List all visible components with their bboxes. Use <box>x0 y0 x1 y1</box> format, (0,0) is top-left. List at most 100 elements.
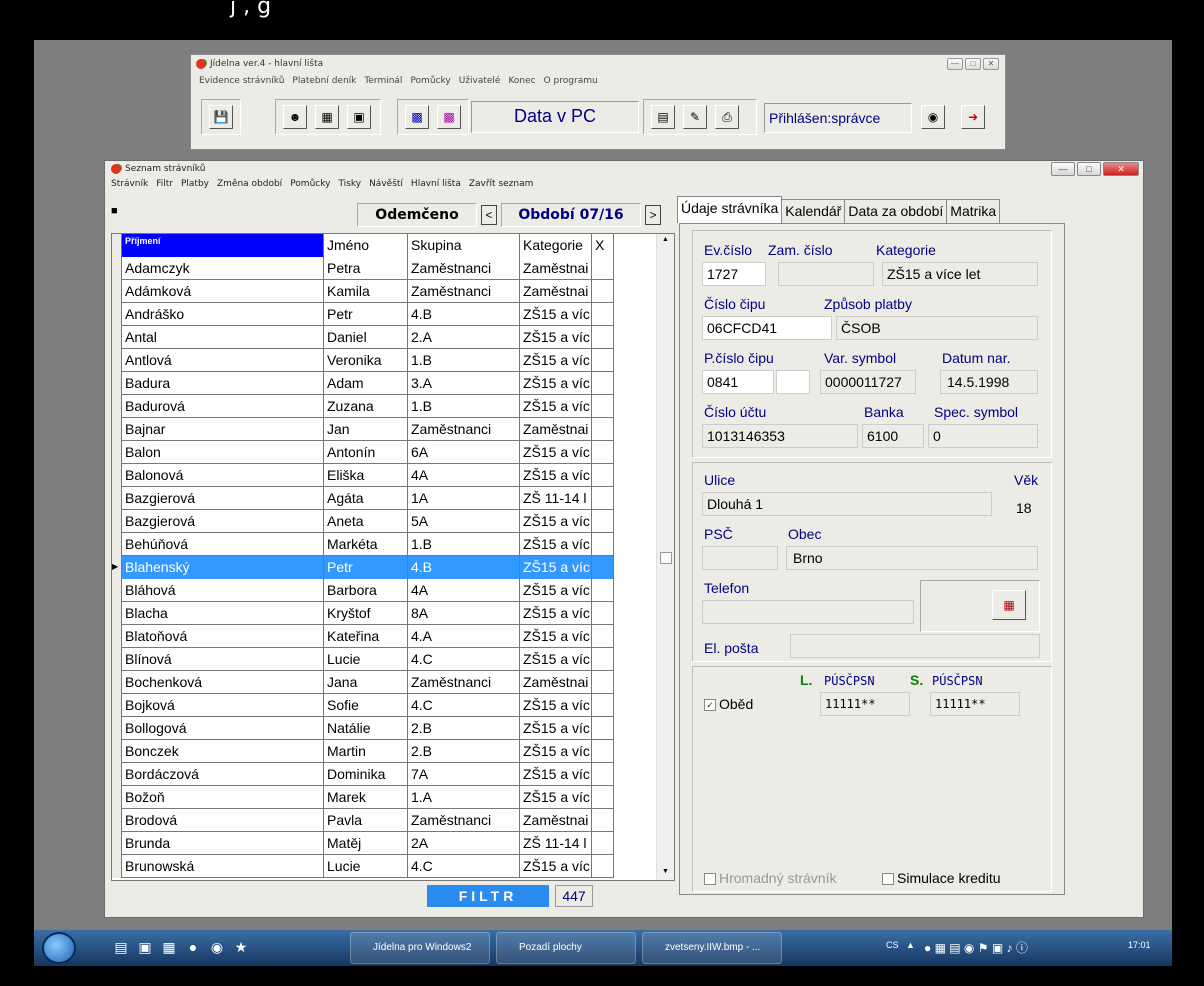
menu-uzivatele[interactable]: Uživatelé <box>459 76 501 86</box>
exit-icon[interactable]: ➜ <box>961 105 985 129</box>
start-button[interactable] <box>42 932 76 964</box>
printer-icon[interactable]: ⎙ <box>715 105 739 129</box>
grid-scrollbar[interactable]: ▲ ▼ <box>656 234 674 880</box>
cislo-cipu-field[interactable]: 06CFCD41 <box>702 316 832 340</box>
menu-pomucky[interactable]: Pomůcky <box>410 76 450 86</box>
table-row[interactable]: Adamczyk Petra Zaměstnanci Zaměstnai <box>112 257 614 280</box>
table-row[interactable]: Brunda Matěj 2A ZŠ 11-14 l <box>112 832 614 855</box>
p-cislo-cipu-extra[interactable] <box>776 370 810 394</box>
table-row[interactable]: Badura Adam 3.A ZŠ15 a víc <box>112 372 614 395</box>
person-icon[interactable]: ☻ <box>283 105 307 129</box>
scroll-up-icon[interactable]: ▲ <box>662 236 669 243</box>
checkbox-checked-icon[interactable]: ✓ <box>704 699 716 712</box>
table-row[interactable]: Brodová Pavla Zaměstnanci Zaměstnai <box>112 809 614 832</box>
zam-cislo-field[interactable] <box>778 262 874 286</box>
checkbox-icon[interactable] <box>882 873 894 886</box>
banka-field[interactable]: 6100 <box>862 424 924 448</box>
telefon-field[interactable] <box>702 600 914 624</box>
menu-platebni-denik[interactable]: Platební deník <box>292 76 356 86</box>
prev-period-button[interactable]: < <box>481 205 497 225</box>
menu-evidence[interactable]: Evidence strávníků <box>199 76 284 86</box>
table-row[interactable]: Bazgierová Agáta 1A ZŠ 11-14 l <box>112 487 614 510</box>
scroll-thumb[interactable] <box>660 552 672 564</box>
minimize-button[interactable]: — <box>1051 162 1075 176</box>
firefox-icon[interactable]: ● <box>184 938 202 956</box>
pen-icon[interactable]: ✎ <box>683 105 707 129</box>
menu-tisky[interactable]: Tisky <box>338 179 361 189</box>
p-cislo-cipu-field[interactable]: 0841 <box>702 370 774 394</box>
close-button[interactable]: ✕ <box>1103 162 1139 176</box>
table-row[interactable]: Bazgierová Aneta 5A ZŠ15 a víc <box>112 510 614 533</box>
maximize-button[interactable]: □ <box>965 58 981 70</box>
calculator-icon[interactable]: ▦ <box>315 105 339 129</box>
scroll-down-icon[interactable]: ▼ <box>662 868 669 875</box>
table-row[interactable]: Bajnar Jan Zaměstnanci Zaměstnai <box>112 418 614 441</box>
tab-matrika[interactable]: Matrika <box>946 199 1001 223</box>
hromadny-checkbox[interactable]: Hromadný strávník <box>704 870 836 886</box>
task-bmp[interactable]: zvetseny.IIW.bmp - ... <box>642 932 782 964</box>
table-row[interactable]: Adámková Kamila Zaměstnanci Zaměstnai <box>112 280 614 303</box>
menu-zmena-obdobi[interactable]: Změna období <box>217 179 282 189</box>
table-row[interactable]: Andráško Petr 4.B ZŠ15 a víc <box>112 303 614 326</box>
folder-icon[interactable]: ▤ <box>112 938 130 956</box>
menu-hlavni-lista[interactable]: Hlavní lišta <box>411 179 461 189</box>
monitor-icon[interactable]: ▣ <box>347 105 371 129</box>
ev-cislo-field[interactable]: 1727 <box>702 262 766 286</box>
table-row[interactable]: Bláhová Barbora 4A ZŠ15 a víc <box>112 579 614 602</box>
cislo-uctu-field[interactable]: 1013146353 <box>702 424 858 448</box>
col-kategorie[interactable]: Kategorie <box>520 234 592 257</box>
language-indicator[interactable]: CS <box>886 940 899 950</box>
col-jmeno[interactable]: Jméno <box>324 234 408 257</box>
calculator-icon[interactable]: ▦ <box>160 938 178 956</box>
col-x[interactable]: X <box>592 234 614 257</box>
table-row[interactable]: Blatoňová Kateřina 4.A ZŠ15 a víc <box>112 625 614 648</box>
zpusob-platby-field[interactable]: ČSOB <box>836 316 1038 340</box>
kategorie-field[interactable]: ZŠ15 a více let <box>882 262 1038 286</box>
table-row[interactable]: Bordáczová Dominika 7A ZŠ15 a víc <box>112 763 614 786</box>
table-row[interactable]: Božoň Marek 1.A ZŠ15 a víc <box>112 786 614 809</box>
col-prijmeni[interactable]: Příjmení <box>122 234 324 257</box>
tray-icons[interactable]: ● ▦ ▤ ◉ ⚑ ▣ ♪ ⓘ <box>924 939 1028 956</box>
tab-kalendar[interactable]: Kalendář <box>781 199 846 223</box>
browser-icon[interactable]: ◉ <box>208 938 226 956</box>
menu-filtr[interactable]: Filtr <box>156 179 173 189</box>
menu-pomucky[interactable]: Pomůcky <box>290 179 330 189</box>
grid-pink-icon[interactable]: ▩ <box>437 105 461 129</box>
floppy-icon[interactable]: ▣ <box>136 938 154 956</box>
menu-terminal[interactable]: Terminál <box>364 76 402 86</box>
table-row[interactable]: Antal Daniel 2.A ZŠ15 a víc <box>112 326 614 349</box>
save-button[interactable]: 💾 <box>209 105 233 129</box>
minimize-button[interactable]: — <box>947 58 963 70</box>
grid-icon[interactable]: ▩ <box>405 105 429 129</box>
obec-field[interactable]: Brno <box>786 546 1038 570</box>
table-row[interactable]: Badurová Zuzana 1.B ZŠ15 a víc <box>112 395 614 418</box>
menu-o-programu[interactable]: O programu <box>544 76 598 86</box>
calendar-icon[interactable]: ▦ <box>992 590 1026 620</box>
table-row[interactable]: Antlová Veronika 1.B ZŠ15 a víc <box>112 349 614 372</box>
table-row[interactable]: Bochenková Jana Zaměstnanci Zaměstnai <box>112 671 614 694</box>
checkbox-icon[interactable] <box>704 873 716 886</box>
task-jidelna[interactable]: Jídelna pro Windows2 <box>350 932 490 964</box>
menu-navesti[interactable]: Návěští <box>369 179 403 189</box>
close-button[interactable]: ✕ <box>983 58 999 70</box>
table-row[interactable]: Bojková Sofie 4.C ZŠ15 a víc <box>112 694 614 717</box>
ulice-field[interactable]: Dlouhá 1 <box>702 492 992 516</box>
table-row[interactable]: Bollogová Natálie 2.B ZŠ15 a víc <box>112 717 614 740</box>
app-icon[interactable]: ★ <box>232 938 250 956</box>
table-row[interactable]: Brunowská Lucie 4.C ZŠ15 a víc <box>112 855 614 878</box>
table-row[interactable]: Behúňová Markéta 1.B ZŠ15 a víc <box>112 533 614 556</box>
next-period-button[interactable]: > <box>645 205 661 225</box>
tab-data-za-obdobi[interactable]: Data za období <box>844 199 948 223</box>
table-row[interactable]: ▶ Blahenský Petr 4.B ZŠ15 a víc <box>112 556 614 579</box>
menu-zavrit-seznam[interactable]: Zavřít seznam <box>469 179 534 189</box>
menu-stravnik[interactable]: Strávník <box>111 179 148 189</box>
menu-platby[interactable]: Platby <box>181 179 209 189</box>
menu-konec[interactable]: Konec <box>508 76 535 86</box>
table-row[interactable]: Blínová Lucie 4.C ZŠ15 a víc <box>112 648 614 671</box>
lock-icon[interactable]: ◉ <box>921 105 945 129</box>
tab-udaje[interactable]: Údaje strávníka <box>677 196 783 223</box>
maximize-button[interactable]: □ <box>1077 162 1101 176</box>
var-symbol-field[interactable]: 0000011727 <box>820 370 916 394</box>
filter-button[interactable]: FILTR <box>427 885 549 907</box>
report-icon[interactable]: ▤ <box>651 105 675 129</box>
